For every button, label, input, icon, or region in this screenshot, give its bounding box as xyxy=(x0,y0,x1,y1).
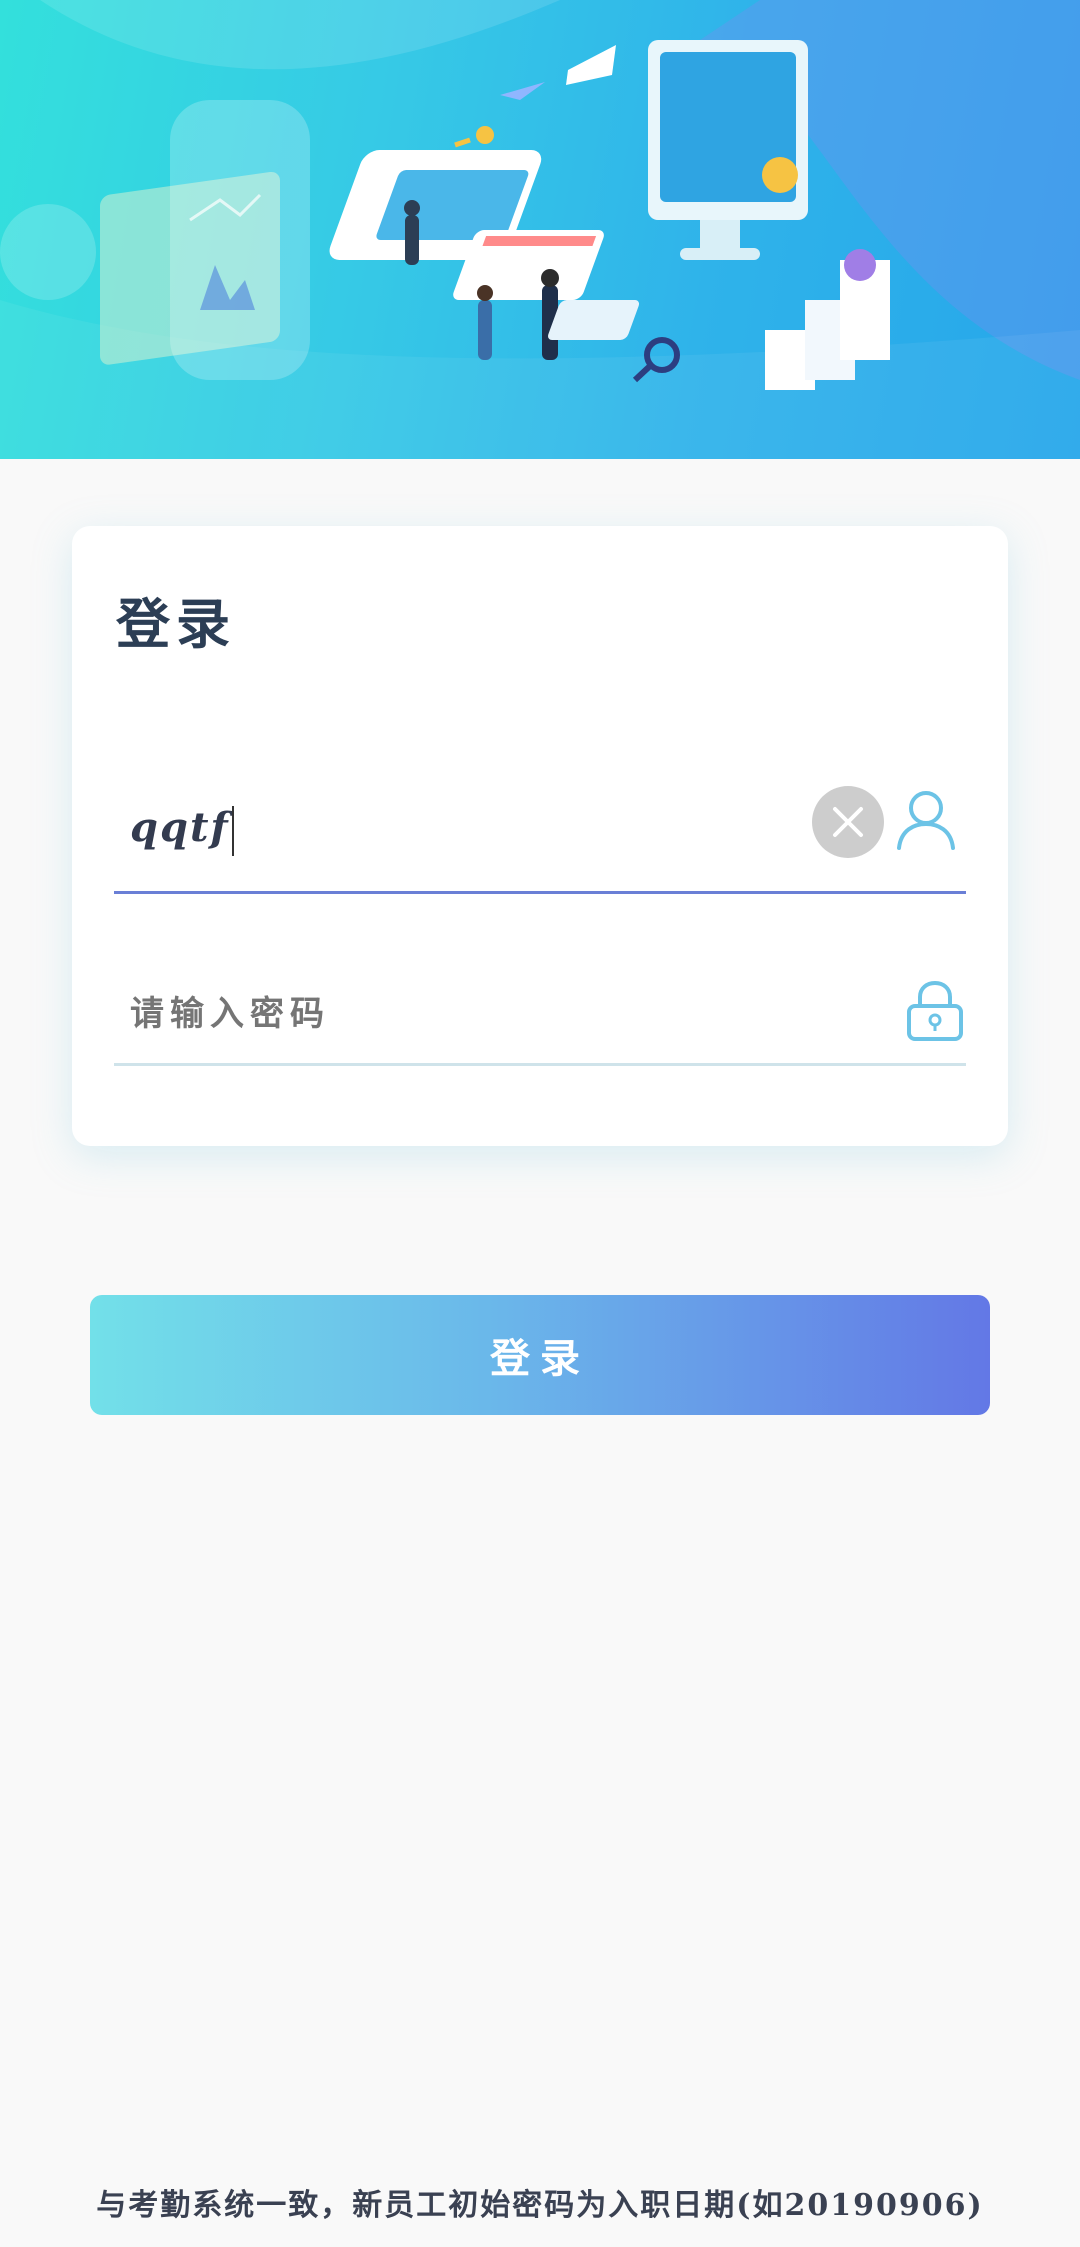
login-card: 登录 qqtf xyxy=(72,526,1008,1146)
username-input[interactable]: qqtf xyxy=(130,804,234,856)
username-field[interactable]: qqtf xyxy=(114,762,966,894)
close-icon xyxy=(833,807,863,837)
user-icon xyxy=(897,791,955,850)
login-button[interactable]: 登录 xyxy=(90,1295,990,1415)
password-field[interactable] xyxy=(114,976,966,1066)
password-hint: 与考勤系统一致，新员工初始密码为入职日期(如20190906) xyxy=(96,2188,984,2223)
clear-username-button[interactable] xyxy=(812,786,884,858)
lock-icon xyxy=(907,980,963,1041)
hero-banner xyxy=(0,0,1080,459)
login-page: 登录 qqtf 登录 与考勤系统一致，新员工初始密码为入职日期(如2019090… xyxy=(0,0,1080,2247)
hero-illustration xyxy=(0,0,1080,459)
password-input[interactable] xyxy=(130,994,730,1034)
username-value: qqtf xyxy=(130,804,230,851)
login-title: 登录 xyxy=(116,592,236,656)
text-caret xyxy=(231,806,234,856)
